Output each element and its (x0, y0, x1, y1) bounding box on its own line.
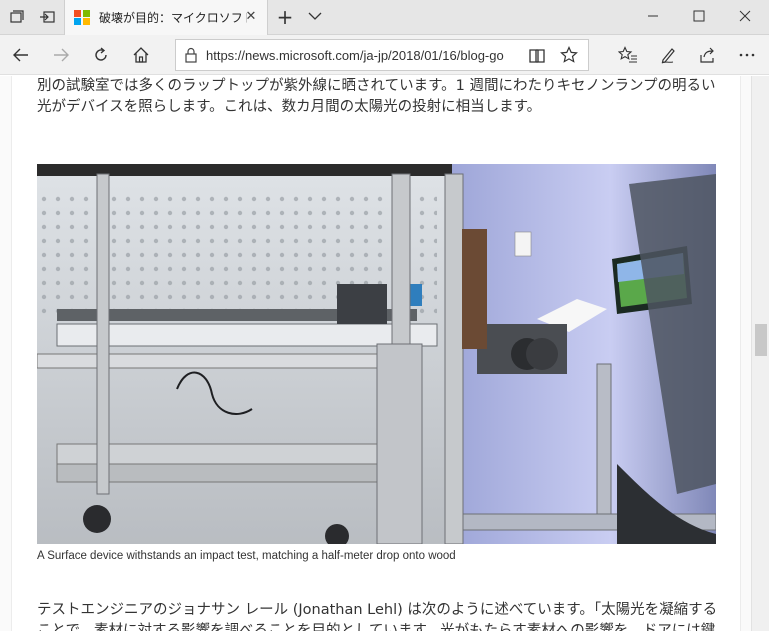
article-photo (37, 164, 716, 544)
share-button[interactable] (695, 43, 719, 67)
set-aside-icon[interactable] (36, 6, 58, 28)
microsoft-logo-icon (74, 9, 90, 26)
back-button[interactable] (9, 43, 33, 67)
article-paragraph: 別の試験室では多くのラップトップが紫外線に晒されています。1 週間にわたりキセノ… (37, 78, 716, 115)
star-icon[interactable] (560, 46, 578, 64)
tab-title: 破壊が目的：マイクロソフト (99, 11, 247, 25)
right-margin (740, 76, 751, 631)
pen-icon[interactable] (656, 43, 680, 67)
active-tab[interactable]: 破壊が目的：マイクロソフト ✕ (64, 0, 268, 35)
image-caption: A Surface device withstands an impact te… (37, 550, 456, 562)
scrollbar-thumb[interactable] (755, 324, 767, 356)
navigation-bar: https://news.microsoft.com/ja-jp/2018/01… (0, 35, 769, 75)
page-content: 別の試験室では多くのラップトップが紫外線に晒されています。1 週間にわたりキセノ… (0, 76, 751, 631)
forward-button[interactable] (49, 43, 73, 67)
lock-icon[interactable] (176, 47, 206, 63)
favicon-blue (74, 18, 81, 25)
left-margin (0, 76, 12, 631)
article-paragraph-next: テストエンジニアのジョナサン レール (Jonathan Lehl) は次のよう… (37, 602, 718, 631)
refresh-button[interactable] (89, 43, 113, 67)
home-button[interactable] (129, 43, 153, 67)
close-window-button[interactable] (722, 0, 768, 32)
url-text[interactable]: https://news.microsoft.com/ja-jp/2018/01… (206, 48, 524, 63)
tab-close-icon[interactable]: ✕ (243, 9, 259, 24)
favicon-red (74, 9, 81, 17)
favicon-yellow (82, 18, 90, 25)
address-bar[interactable]: https://news.microsoft.com/ja-jp/2018/01… (175, 39, 589, 71)
maximize-button[interactable] (676, 0, 722, 32)
favicon-green (82, 9, 90, 17)
favorites-hub-button[interactable] (616, 43, 640, 67)
minimize-button[interactable] (630, 0, 676, 32)
chevron-down-icon[interactable] (306, 7, 324, 25)
new-tab-button[interactable]: + (274, 5, 296, 29)
reading-view-icon[interactable] (528, 47, 546, 65)
vertical-scrollbar[interactable] (751, 76, 769, 631)
tab-list-icon[interactable] (6, 6, 28, 28)
more-button[interactable] (735, 43, 759, 67)
tab-strip: 破壊が目的：マイクロソフト ✕ + (0, 0, 769, 35)
impact-test-photo-illustration (37, 164, 716, 544)
